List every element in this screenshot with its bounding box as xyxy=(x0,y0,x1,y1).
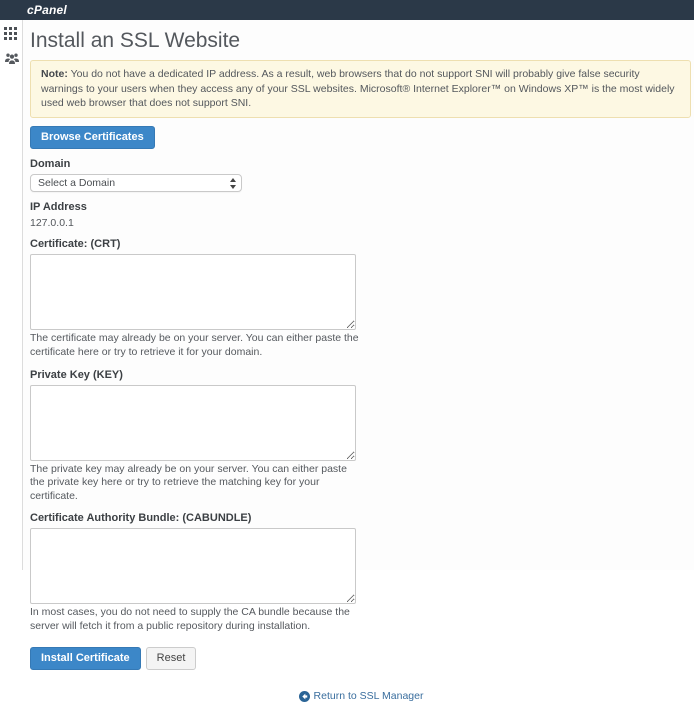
icon-sidebar xyxy=(0,20,23,570)
select-stepper-icon xyxy=(230,178,236,189)
ip-address-label: IP Address xyxy=(30,201,692,213)
return-link-text: Return to SSL Manager xyxy=(314,690,424,702)
arrow-circle-left-icon xyxy=(299,691,310,702)
ca-bundle-label: Certificate Authority Bundle: (CABUNDLE) xyxy=(30,512,692,524)
ca-bundle-help: In most cases, you do not need to supply… xyxy=(30,606,360,633)
ip-address-value: 127.0.0.1 xyxy=(30,217,692,229)
browse-certificates-button[interactable]: Browse Certificates xyxy=(30,126,155,149)
private-key-help: The private key may already be on your s… xyxy=(30,463,360,504)
notice-text: You do not have a dedicated IP address. … xyxy=(41,68,675,109)
return-to-ssl-manager-link[interactable]: Return to SSL Manager xyxy=(299,690,424,702)
domain-label: Domain xyxy=(30,158,692,170)
top-navbar: cPanel xyxy=(0,0,694,20)
user-manager-icon[interactable] xyxy=(4,52,19,66)
dedicated-ip-notice: Note: You do not have a dedicated IP add… xyxy=(30,60,691,118)
certificate-label: Certificate: (CRT) xyxy=(30,238,692,250)
private-key-label: Private Key (KEY) xyxy=(30,369,692,381)
domain-select-value: Select a Domain xyxy=(38,177,115,189)
notice-label: Note: xyxy=(41,68,68,80)
domain-select[interactable]: Select a Domain xyxy=(30,174,242,192)
reset-button[interactable]: Reset xyxy=(146,647,197,670)
certificate-textarea[interactable] xyxy=(30,254,356,330)
certificate-help: The certificate may already be on your s… xyxy=(30,332,360,359)
cpanel-logo: cPanel xyxy=(27,3,67,17)
page-title: Install an SSL Website xyxy=(30,29,692,53)
main-content: Install an SSL Website Note: You do not … xyxy=(23,20,694,570)
install-certificate-button[interactable]: Install Certificate xyxy=(30,647,141,670)
ca-bundle-textarea[interactable] xyxy=(30,528,356,604)
apps-grid-icon[interactable] xyxy=(4,27,19,41)
private-key-textarea[interactable] xyxy=(30,385,356,461)
